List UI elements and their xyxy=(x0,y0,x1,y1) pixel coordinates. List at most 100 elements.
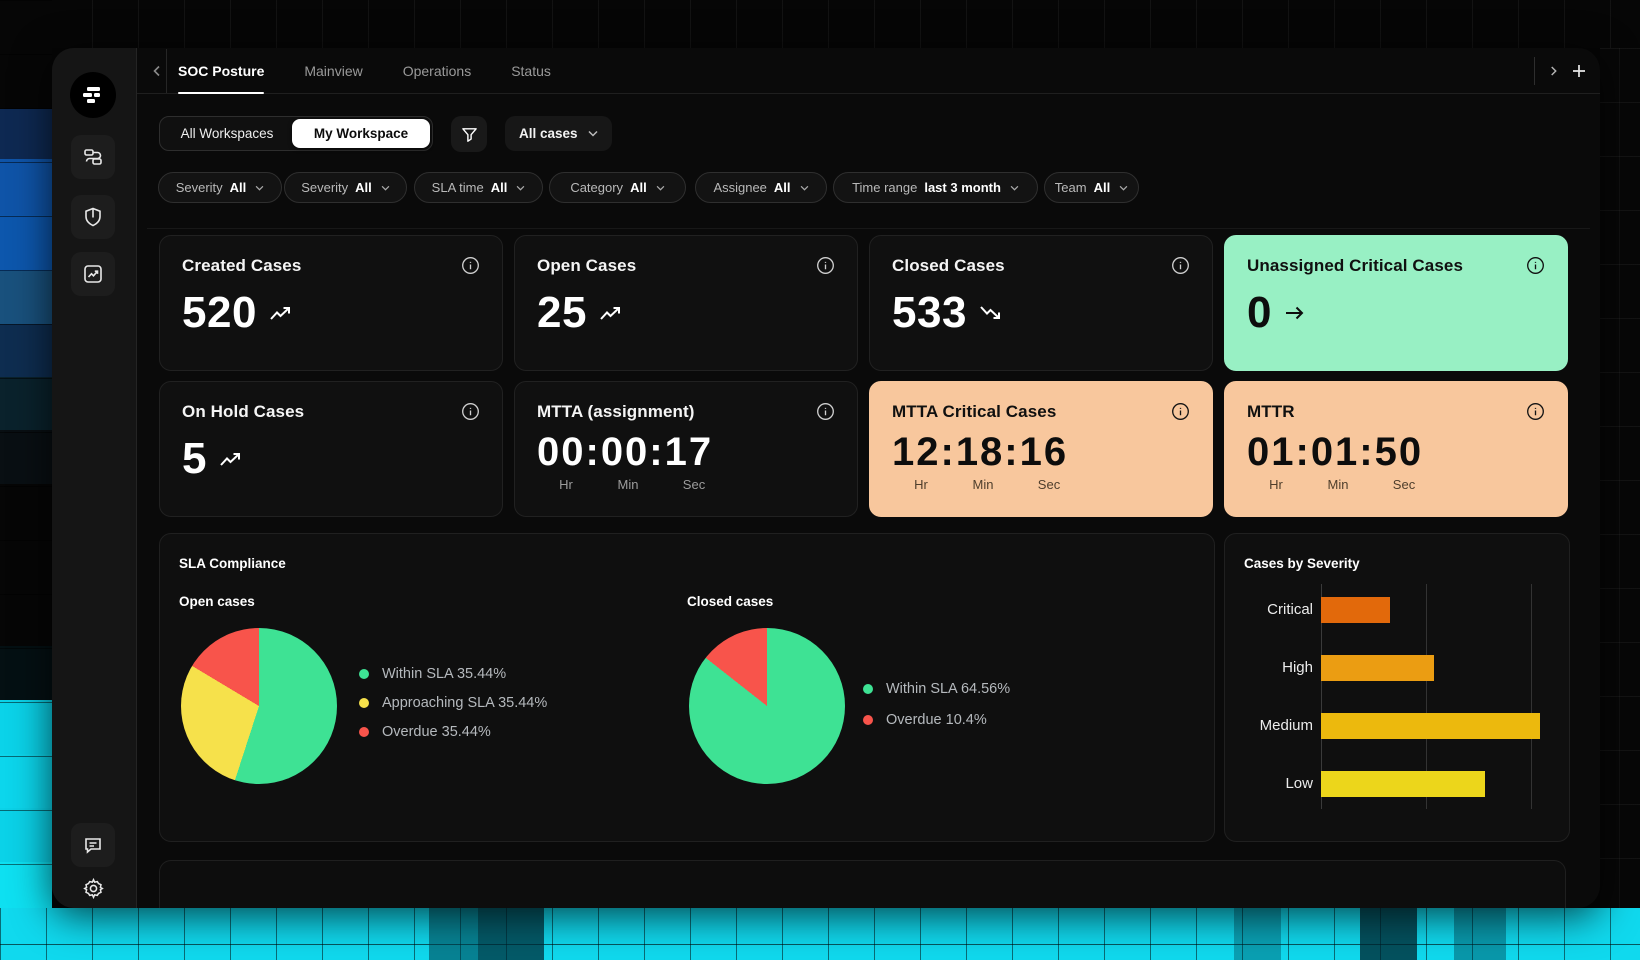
info-icon[interactable] xyxy=(816,402,835,421)
card-title: MTTR xyxy=(1247,402,1295,422)
filter-category[interactable]: Category All xyxy=(549,172,686,203)
info-icon[interactable] xyxy=(1171,256,1190,275)
bar-medium xyxy=(1321,713,1540,739)
tab-mainview[interactable]: Mainview xyxy=(304,48,362,94)
card-value: 0 xyxy=(1247,288,1272,338)
category-label-medium: Medium xyxy=(1225,717,1313,734)
background-tile xyxy=(1360,908,1417,960)
filter-value: last 3 month xyxy=(924,180,1001,195)
unit-hr: Hr xyxy=(1247,477,1305,492)
all-cases-value: All cases xyxy=(519,126,578,141)
filter-label: Team xyxy=(1055,180,1087,195)
metric-card-mtta: MTTA (assignment) 00:00:17 Hr Min Sec xyxy=(514,381,858,517)
card-value: 25 xyxy=(537,288,587,338)
tabs-scroll-right-icon[interactable] xyxy=(1549,65,1558,77)
line-chart-icon xyxy=(82,263,104,285)
add-tab-icon[interactable] xyxy=(1572,64,1586,78)
card-value: 5 xyxy=(182,434,207,484)
unit-min: Min xyxy=(950,477,1016,492)
app-logo[interactable] xyxy=(70,72,116,118)
filter-label: Assignee xyxy=(713,180,766,195)
trend-up-icon xyxy=(269,304,293,322)
tabs: SOC Posture Mainview Operations Status xyxy=(178,48,551,94)
chevron-down-icon xyxy=(255,185,264,191)
card-value: 533 xyxy=(892,288,967,338)
info-icon[interactable] xyxy=(461,256,480,275)
toggle-my-workspace[interactable]: My Workspace xyxy=(292,119,430,148)
filter-severity-1[interactable]: Severity All xyxy=(158,172,282,203)
background-tile xyxy=(1234,908,1281,960)
bar-track xyxy=(1321,771,1552,797)
sidebar-item-settings[interactable] xyxy=(71,866,115,908)
filter-severity-2[interactable]: Severity All xyxy=(284,172,407,203)
sidebar xyxy=(52,48,137,908)
legend-label: Within SLA 35.44% xyxy=(382,666,506,682)
chat-icon xyxy=(82,834,104,856)
sidebar-item-analytics[interactable] xyxy=(71,252,115,296)
trend-up-icon xyxy=(219,450,243,468)
metric-card-mtta-critical: MTTA Critical Cases 12:18:16 Hr Min Sec xyxy=(869,381,1213,517)
sidebar-item-workflows[interactable] xyxy=(71,135,115,179)
filter-value: All xyxy=(774,180,791,195)
filter-sla-time[interactable]: SLA time All xyxy=(414,172,543,203)
legend-label: Overdue 10.4% xyxy=(886,712,987,728)
card-title: On Hold Cases xyxy=(182,402,304,422)
legend-dot-overdue xyxy=(863,715,873,725)
tab-bar: SOC Posture Mainview Operations Status xyxy=(137,48,1600,94)
legend-item: Within SLA 35.44% xyxy=(359,666,547,682)
category-label-critical: Critical xyxy=(1225,601,1313,618)
unit-hr: Hr xyxy=(537,477,595,492)
info-icon[interactable] xyxy=(1171,402,1190,421)
info-icon[interactable] xyxy=(461,402,480,421)
legend-item: Overdue 35.44% xyxy=(359,724,547,740)
toggle-all-workspaces[interactable]: All Workspaces xyxy=(162,119,292,148)
closed-cases-pie-chart[interactable] xyxy=(689,628,845,784)
unit-sec: Sec xyxy=(1371,477,1437,492)
divider xyxy=(166,49,167,93)
chevron-down-icon xyxy=(656,185,665,191)
chevron-down-icon xyxy=(1119,185,1128,191)
tab-status[interactable]: Status xyxy=(511,48,551,94)
chevron-down-icon xyxy=(800,185,809,191)
chevron-down-icon xyxy=(1010,185,1019,191)
card-title: MTTA Critical Cases xyxy=(892,402,1056,422)
filter-label: Severity xyxy=(301,180,348,195)
trend-down-icon xyxy=(979,304,1003,322)
filter-label: Severity xyxy=(176,180,223,195)
unit-hr: Hr xyxy=(892,477,950,492)
sidebar-item-feedback[interactable] xyxy=(71,823,115,867)
tab-bar-controls xyxy=(1534,48,1586,94)
open-cases-pie-chart[interactable] xyxy=(181,628,337,784)
legend-dot-overdue xyxy=(359,727,369,737)
card-title: Open Cases xyxy=(537,256,636,276)
background-right-tiles xyxy=(1600,48,1640,908)
info-icon[interactable] xyxy=(816,256,835,275)
panel-title: Cases by Severity xyxy=(1244,556,1360,571)
sidebar-item-security[interactable] xyxy=(71,195,115,239)
filter-button[interactable] xyxy=(451,116,487,152)
metric-card-created-cases: Created Cases 520 xyxy=(159,235,503,371)
open-cases-legend: Within SLA 35.44% Approaching SLA 35.44%… xyxy=(359,666,547,740)
filter-time-range[interactable]: Time range last 3 month xyxy=(833,172,1038,203)
trend-up-icon xyxy=(599,304,623,322)
filter-assignee[interactable]: Assignee All xyxy=(695,172,827,203)
chevron-down-icon xyxy=(588,130,598,137)
metric-card-open-cases: Open Cases 25 xyxy=(514,235,858,371)
metric-card-closed-cases: Closed Cases 533 xyxy=(869,235,1213,371)
tab-operations[interactable]: Operations xyxy=(403,48,471,94)
time-units: Hr Min Sec xyxy=(1247,477,1545,492)
card-time-value: 12:18:16 xyxy=(892,430,1190,475)
bar-low xyxy=(1321,771,1485,797)
tab-soc-posture[interactable]: SOC Posture xyxy=(178,48,264,94)
workspace-toggle: All Workspaces My Workspace xyxy=(159,116,433,151)
panel-title: SLA Compliance xyxy=(179,556,286,571)
filter-team[interactable]: Team All xyxy=(1044,172,1139,203)
closed-cases-chart-title: Closed cases xyxy=(687,594,773,609)
info-icon[interactable] xyxy=(1526,256,1545,275)
legend-item: Approaching SLA 35.44% xyxy=(359,695,547,711)
info-icon[interactable] xyxy=(1526,402,1545,421)
tabs-scroll-left-icon[interactable] xyxy=(147,61,167,81)
chevron-down-icon xyxy=(381,185,390,191)
severity-bar-chart[interactable]: Critical High Medium Low xyxy=(1225,584,1568,814)
all-cases-dropdown[interactable]: All cases xyxy=(505,116,612,151)
